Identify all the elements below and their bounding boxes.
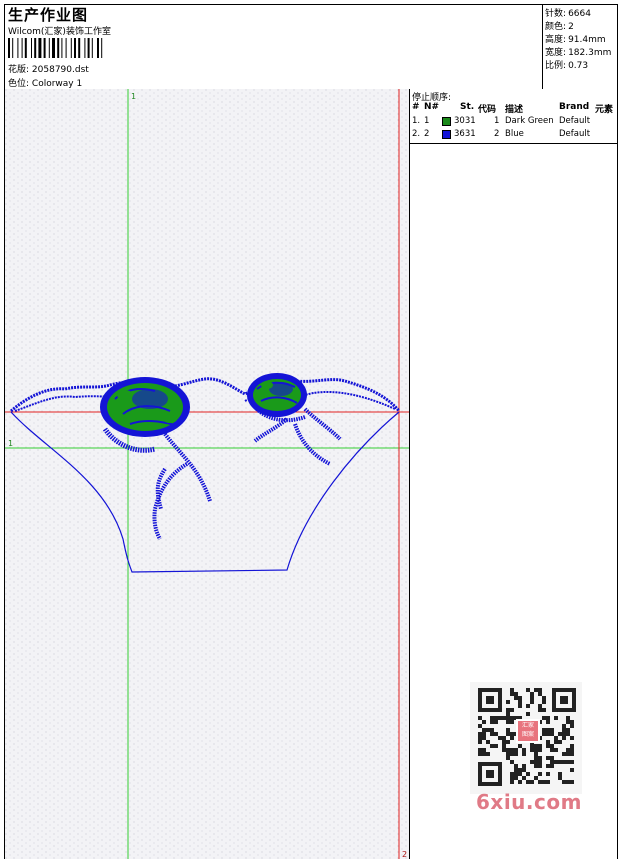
sheet-header: 生产作业图 Wilcom(汇家)装饰工作室 花版: 2058790.dst 色位… (5, 5, 617, 90)
sheet-title: 生产作业图 (8, 6, 89, 24)
watermark-text: 6xiu.com (476, 790, 582, 814)
col-stitches: St. (460, 102, 475, 112)
stat-scale: 比例: 0.73 (545, 61, 589, 71)
stat-width: 宽度: 182.3mm (545, 48, 612, 58)
table-row: 2. 2 3631 2 Blue Default (412, 129, 591, 139)
stat-colors: 颜色: 2 (545, 22, 574, 32)
color-swatch-blue (442, 130, 451, 139)
design-value: 2058790.dst (31, 65, 89, 75)
guide-right-label: 2 (402, 850, 407, 859)
col-code: 代码 (478, 105, 497, 115)
color-swatch-green (442, 117, 451, 126)
colorway-line: 色位: Colorway 1 (8, 76, 82, 89)
studio-name: Wilcom(汇家)装饰工作室 (8, 27, 111, 37)
stat-stitches: 针数: 6664 (545, 9, 591, 19)
col-element: 元素 (595, 105, 614, 115)
col-brand: Brand (559, 102, 590, 112)
stop-sequence-table: 停止顺序: # N# St. 代码 描述 Brand 元素 1. 1 3031 … (410, 89, 617, 144)
guide-top-label: 1 (131, 92, 136, 101)
watermark-seal-logo: 汇家 图案 (516, 719, 540, 743)
design-label: 花版: (8, 65, 30, 75)
col-index: # (412, 102, 420, 112)
table-row: 1. 1 3031 1 Dark Green Default (412, 116, 591, 126)
guide-left-label: 1 (8, 439, 13, 448)
design-canvas[interactable]: 1 1 2 (5, 89, 410, 859)
colorway-value: Colorway 1 (31, 79, 83, 89)
colorway-label: 色位: (8, 79, 30, 89)
col-description: 描述 (505, 105, 524, 115)
stat-height: 高度: 91.4mm (545, 35, 606, 45)
table-header: # N# St. 代码 描述 Brand 元素 (410, 102, 617, 115)
design-file-line: 花版: 2058790.dst (8, 62, 89, 75)
embroidery-preview: 1 1 2 (5, 89, 409, 859)
col-needle: N# (424, 102, 440, 112)
barcode (8, 38, 103, 58)
stats-box: 针数: 6664 颜色: 2 高度: 91.4mm 宽度: 182.3mm 比例: 0.7… (542, 5, 618, 89)
